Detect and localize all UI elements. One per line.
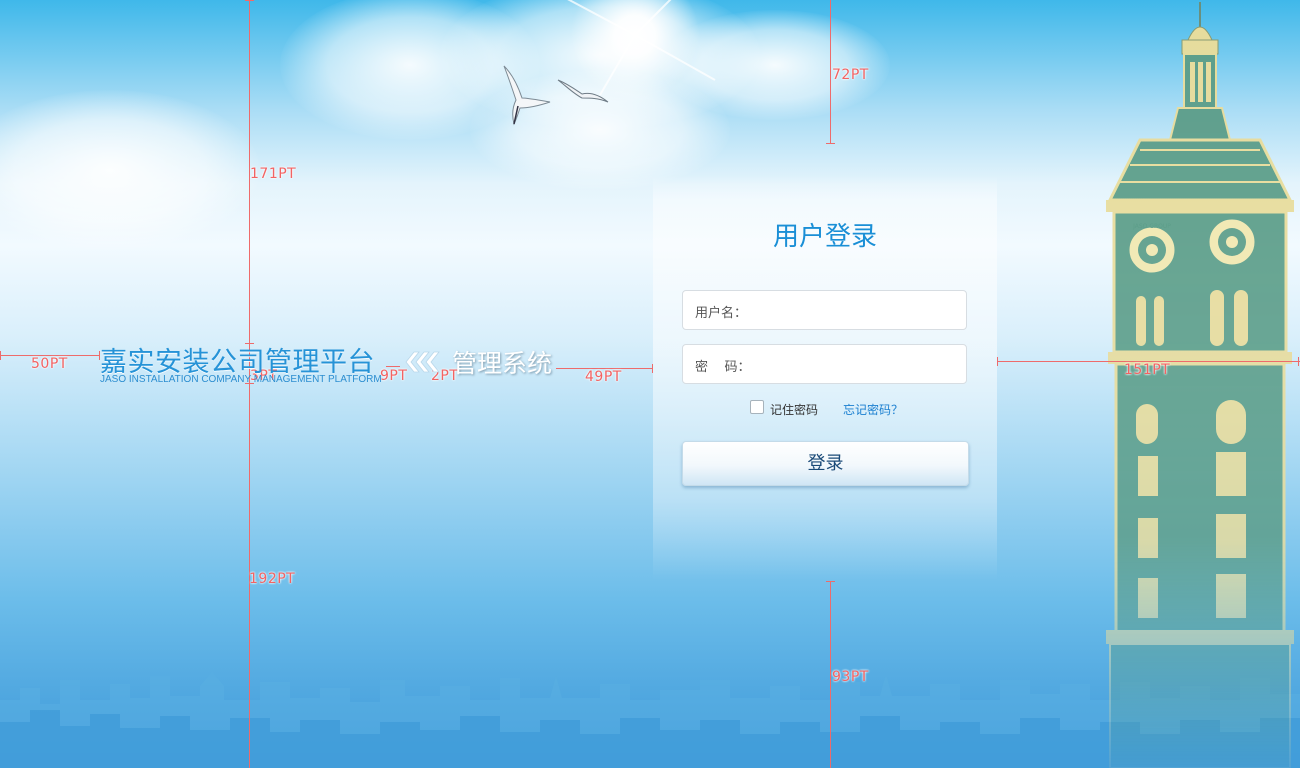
measure-label-left-margin: 50PT	[31, 356, 68, 372]
guide-tick	[1298, 357, 1299, 366]
username-field[interactable]: 用户名：	[682, 290, 967, 330]
clock-tower: JASO GROUP	[1106, 2, 1294, 768]
guide-tick	[245, 0, 254, 1]
login-title: 用户登录	[772, 222, 877, 252]
guide-tick	[0, 351, 1, 360]
seagull-icon	[503, 65, 551, 126]
login-button[interactable]: 登录	[682, 441, 969, 486]
username-label: 用户名：	[695, 306, 748, 321]
username-input[interactable]	[763, 297, 957, 325]
guide-line	[386, 366, 400, 367]
guide-line	[830, 0, 831, 143]
system-title: 管理系统	[452, 349, 553, 378]
chevrons-left-icon	[405, 351, 440, 373]
guide-tick	[826, 143, 835, 144]
password-field[interactable]: 密 码：	[682, 344, 967, 384]
seagull-icon	[557, 79, 609, 103]
guide-line	[830, 581, 831, 768]
measure-label-panel-right: 151PT	[1124, 362, 1171, 378]
tower-clock-text: JASO GROUP	[1132, 223, 1171, 230]
forgot-password-link[interactable]: 忘记密码？	[843, 401, 903, 418]
brand-name-english: JASO INSTALLATION COMPANY MANAGEMENT PLA…	[100, 374, 382, 385]
checkbox-icon[interactable]	[750, 400, 764, 414]
measure-label-panel-bottom: 93PT	[832, 669, 869, 685]
remember-password-label[interactable]: 记住密码	[770, 401, 818, 418]
measure-label-bottom: 192PT	[249, 571, 296, 587]
guide-tick	[997, 357, 998, 366]
measure-label-panel-top: 72PT	[832, 67, 869, 83]
measure-label-brand-to-panel: 49PT	[585, 369, 622, 385]
guide-tick	[826, 581, 835, 582]
password-label: 密 码：	[695, 360, 751, 375]
measure-label-top: 171PT	[250, 166, 297, 182]
password-input[interactable]	[763, 351, 957, 379]
